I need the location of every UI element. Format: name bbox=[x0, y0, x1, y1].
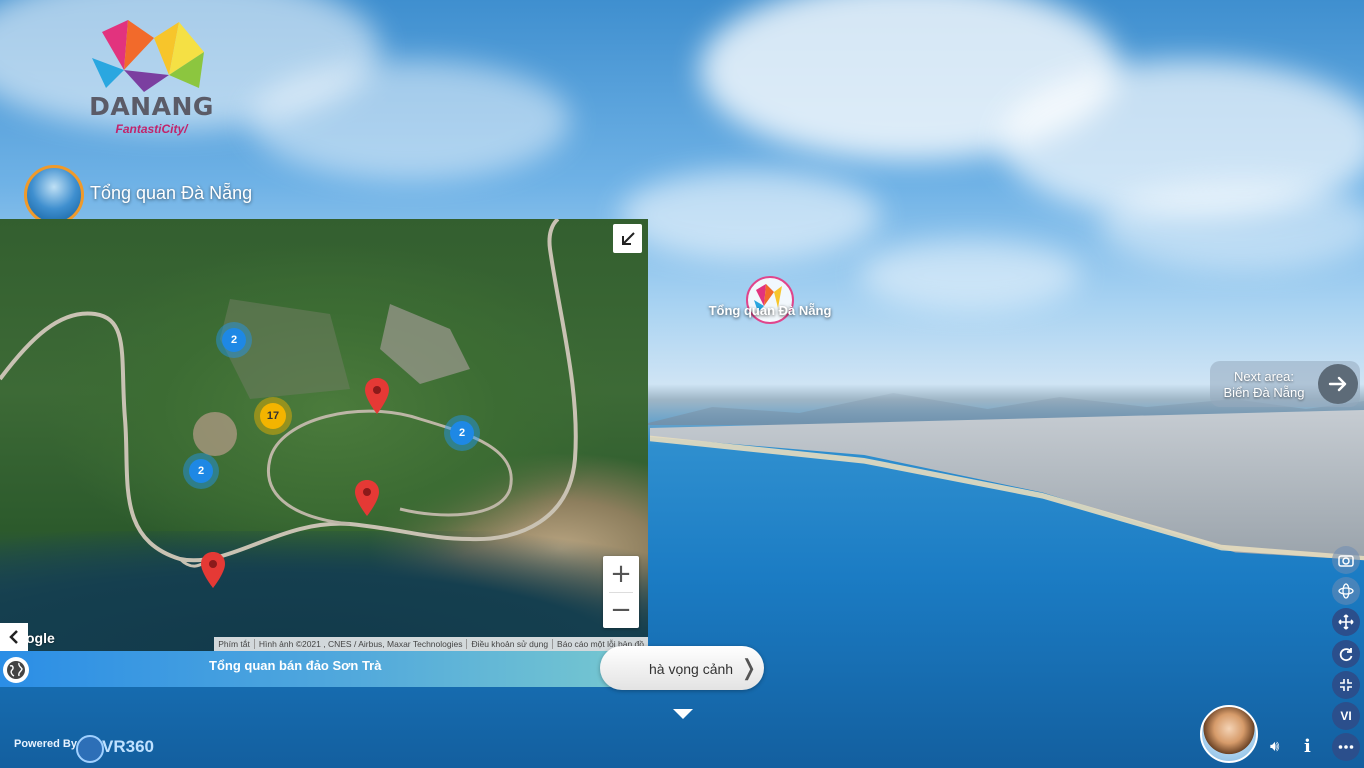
scene-list-label: hà vọng cảnh bbox=[649, 661, 734, 677]
map-pin-icon[interactable] bbox=[365, 378, 389, 414]
map-caption-bar: Tổng quan bán đảo Sơn Trà bbox=[0, 651, 648, 687]
chevron-right-icon: ❭ bbox=[739, 655, 758, 680]
next-area-button[interactable]: Next area: Biển Đà Nẵng bbox=[1210, 361, 1360, 407]
map-back-button[interactable] bbox=[0, 623, 28, 651]
arrow-right-icon[interactable] bbox=[1318, 364, 1358, 404]
next-area-name: Biển Đà Nẵng bbox=[1223, 385, 1305, 400]
powered-by-label: Powered By bbox=[14, 738, 77, 750]
scene-title: Tổng quan Đà Nẵng bbox=[90, 183, 253, 203]
speaker-icon[interactable]: 🔊︎ bbox=[1270, 738, 1279, 755]
camera-icon[interactable] bbox=[1332, 546, 1360, 574]
map-pin-icon[interactable] bbox=[355, 480, 379, 516]
collapse-map-button[interactable] bbox=[613, 224, 642, 253]
map-cluster-marker[interactable]: 2 bbox=[222, 328, 246, 352]
danang-logo: DANANG FantastiCity/ bbox=[84, 10, 224, 136]
brand-tagline: FantastiCity/ bbox=[115, 122, 188, 136]
auto-rotate-icon[interactable] bbox=[1332, 639, 1360, 668]
map-pin-icon[interactable] bbox=[201, 552, 225, 588]
exit-fullscreen-icon[interactable] bbox=[1332, 670, 1360, 699]
scene-list-button[interactable]: hà vọng cảnh ❭ bbox=[600, 646, 764, 690]
virtual-guide-avatar[interactable] bbox=[1200, 705, 1258, 763]
zoom-out-button[interactable]: − bbox=[603, 592, 639, 628]
arrow-down-left-icon bbox=[621, 231, 635, 245]
scene-thumbnail[interactable] bbox=[24, 165, 84, 225]
map-attribution: Phím tắt Hình ảnh ©2021 , CNES / Airbus,… bbox=[214, 637, 648, 651]
hotspot-label: Tổng quan Đà Nẵng bbox=[708, 303, 832, 318]
map-cluster-marker[interactable]: 17 bbox=[260, 403, 286, 429]
keyboard-shortcuts-link[interactable]: Phím tắt bbox=[214, 639, 254, 649]
vr360-logo-text: VR360 bbox=[102, 737, 154, 756]
info-icon[interactable]: i bbox=[1304, 736, 1311, 757]
map-panel[interactable]: 2 17 2 2 + − ogle Phím tắt Hình ảnh ©202… bbox=[0, 219, 648, 651]
imagery-credit: Hình ảnh ©2021 , CNES / Airbus, Maxar Te… bbox=[253, 639, 467, 649]
move-icon[interactable] bbox=[1332, 608, 1360, 637]
map-caption-text: Tổng quan bán đảo Sơn Trà bbox=[209, 658, 382, 673]
more-options-icon[interactable] bbox=[1332, 733, 1360, 762]
vr360-logo-icon bbox=[76, 735, 104, 763]
map-zoom-control: + − bbox=[603, 556, 639, 628]
terms-link[interactable]: Điều khoản sử dụng bbox=[466, 639, 552, 649]
chevron-left-icon bbox=[9, 630, 18, 644]
language-button[interactable]: VI bbox=[1332, 701, 1360, 730]
globe-icon[interactable] bbox=[3, 657, 29, 683]
google-logo: ogle bbox=[26, 630, 55, 646]
brand-name: DANANG bbox=[89, 92, 214, 121]
map-cluster-marker[interactable]: 2 bbox=[189, 459, 213, 483]
scroll-down-arrow-icon[interactable] bbox=[671, 707, 695, 721]
map-cluster-marker[interactable]: 2 bbox=[450, 421, 474, 445]
map-roads bbox=[0, 219, 578, 568]
next-area-caption: Next area: bbox=[1234, 369, 1294, 384]
viewer-toolbar: VI bbox=[1332, 546, 1360, 764]
gyroscope-icon[interactable] bbox=[1332, 577, 1360, 606]
logo-petals-icon bbox=[92, 20, 204, 92]
zoom-in-button[interactable]: + bbox=[603, 556, 639, 592]
next-area-text: Next area: Biển Đà Nẵng bbox=[1210, 369, 1318, 401]
